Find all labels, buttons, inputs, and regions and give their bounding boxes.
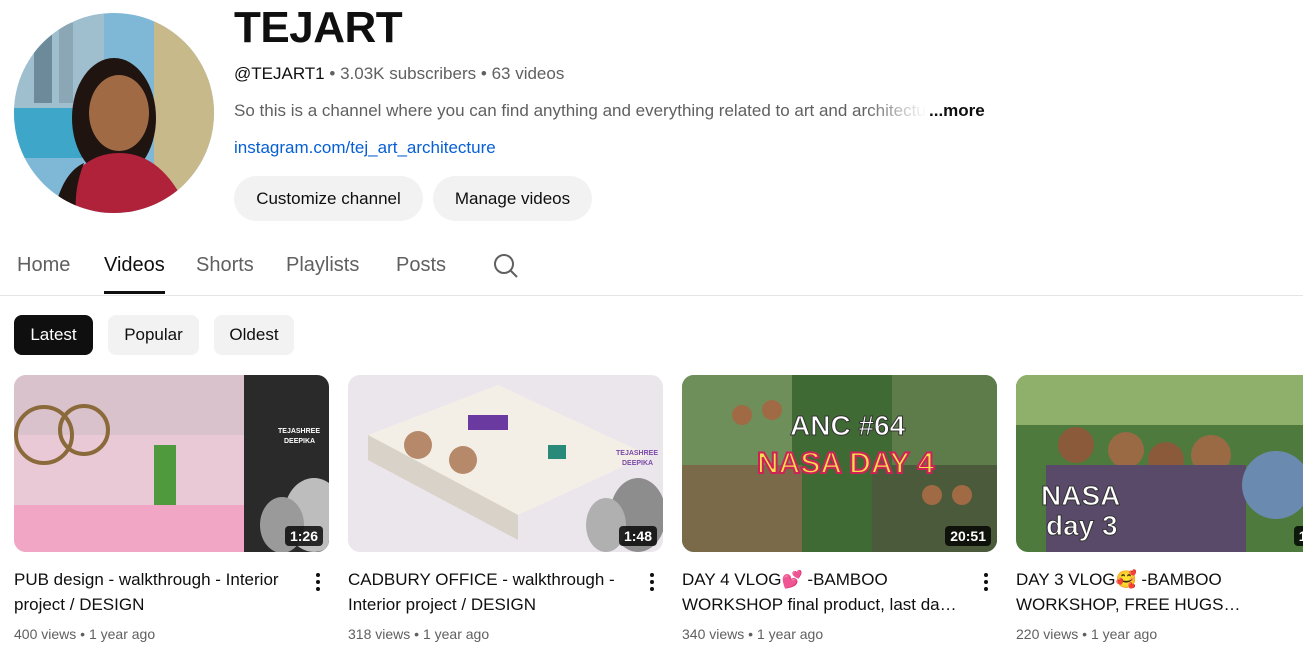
video-views: 220 views <box>1016 626 1079 642</box>
svg-text:day 3: day 3 <box>1046 510 1118 541</box>
video-age: 1 year ago <box>756 626 824 642</box>
description-text: So this is a channel where you can find … <box>234 101 926 121</box>
more-actions-icon[interactable] <box>310 571 326 593</box>
channel-tabs: Home Videos Shorts Playlists Posts <box>0 236 1303 296</box>
chip-oldest[interactable]: Oldest <box>214 315 294 355</box>
video-thumbnail[interactable]: TEJASHREE DEEPIKA 1:26 <box>14 375 329 552</box>
tab-posts[interactable]: Posts <box>396 254 446 294</box>
avatar-image <box>14 13 214 213</box>
svg-text:ANC #64: ANC #64 <box>790 410 906 441</box>
video-age: 1 year ago <box>1090 626 1158 642</box>
video-meta: 220 views • 1 year ago <box>1016 626 1157 642</box>
video-card: TEJASHREE DEEPIKA 1:48 CADBURY OFFICE - … <box>348 375 663 642</box>
video-card: ANC #64 NASA DAY 4 20:51 DAY 4 VLOG💕 -BA… <box>682 375 997 642</box>
video-duration: 1:48 <box>618 526 657 546</box>
svg-text:DEEPIKA: DEEPIKA <box>622 460 653 467</box>
video-card: TEJASHREE DEEPIKA 1:26 PUB design - walk… <box>14 375 329 642</box>
video-duration: 1:26 <box>284 526 323 546</box>
channel-external-link[interactable]: instagram.com/tej_art_architecture <box>234 138 496 158</box>
video-title[interactable]: CADBURY OFFICE - walkthrough - Interior … <box>348 567 628 617</box>
video-count: 63 videos <box>491 64 565 83</box>
video-thumbnail[interactable]: ANC #64 NASA DAY 4 20:51 <box>682 375 997 552</box>
channel-handle: @TEJART1 <box>234 64 325 83</box>
video-duration: 20:51 <box>945 526 991 546</box>
customize-channel-button[interactable]: Customize channel <box>234 176 423 221</box>
more-actions-icon[interactable] <box>978 571 994 593</box>
meta-separator: • <box>329 64 336 83</box>
video-age: 1 year ago <box>88 626 156 642</box>
meta-separator: • <box>480 64 487 83</box>
svg-text:TEJASHREE: TEJASHREE <box>616 450 658 457</box>
svg-text:TEJASHREE: TEJASHREE <box>278 428 320 435</box>
meta-separator: • <box>748 626 754 642</box>
tab-videos[interactable]: Videos <box>104 254 165 294</box>
video-title[interactable]: PUB design - walkthrough - Interior proj… <box>14 567 294 617</box>
svg-text:NASA: NASA <box>1041 480 1120 511</box>
video-age: 1 year ago <box>422 626 490 642</box>
video-thumbnail[interactable]: TEJASHREE DEEPIKA 1:48 <box>348 375 663 552</box>
chip-popular[interactable]: Popular <box>108 315 199 355</box>
subscriber-count: 3.03K subscribers <box>340 64 477 83</box>
video-duration: 11:4 <box>1293 526 1303 546</box>
video-views: 340 views <box>682 626 745 642</box>
video-meta: 400 views • 1 year ago <box>14 626 155 642</box>
manage-videos-button[interactable]: Manage videos <box>433 176 592 221</box>
video-thumbnail[interactable]: NASA day 3 11:4 <box>1016 375 1303 552</box>
tab-home[interactable]: Home <box>17 254 70 294</box>
description-more-link[interactable]: ...more <box>929 101 985 121</box>
video-title[interactable]: DAY 3 VLOG🥰 -BAMBOO WORKSHOP, FREE HUGS … <box>1016 567 1296 617</box>
more-actions-icon[interactable] <box>644 571 660 593</box>
chip-latest[interactable]: Latest <box>14 315 93 355</box>
meta-separator: • <box>1082 626 1088 642</box>
svg-text:DEEPIKA: DEEPIKA <box>284 438 315 445</box>
channel-name: TEJART <box>234 3 403 52</box>
video-meta: 340 views • 1 year ago <box>682 626 823 642</box>
meta-separator: • <box>80 626 86 642</box>
tab-playlists[interactable]: Playlists <box>286 254 359 294</box>
video-views: 318 views <box>348 626 411 642</box>
channel-avatar[interactable] <box>14 13 214 213</box>
video-meta: 318 views • 1 year ago <box>348 626 489 642</box>
channel-meta: @TEJART1 • 3.03K subscribers • 63 videos <box>234 64 564 84</box>
video-title[interactable]: DAY 4 VLOG💕 -BAMBOO WORKSHOP final produ… <box>682 567 962 617</box>
search-icon[interactable] <box>493 253 519 279</box>
channel-description[interactable]: So this is a channel where you can find … <box>234 101 985 121</box>
svg-text:NASA DAY 4: NASA DAY 4 <box>757 447 935 480</box>
video-views: 400 views <box>14 626 77 642</box>
meta-separator: • <box>414 626 420 642</box>
video-card: NASA day 3 11:4 DAY 3 VLOG🥰 -BAMBOO WORK… <box>1016 375 1303 642</box>
tab-shorts[interactable]: Shorts <box>196 254 254 294</box>
